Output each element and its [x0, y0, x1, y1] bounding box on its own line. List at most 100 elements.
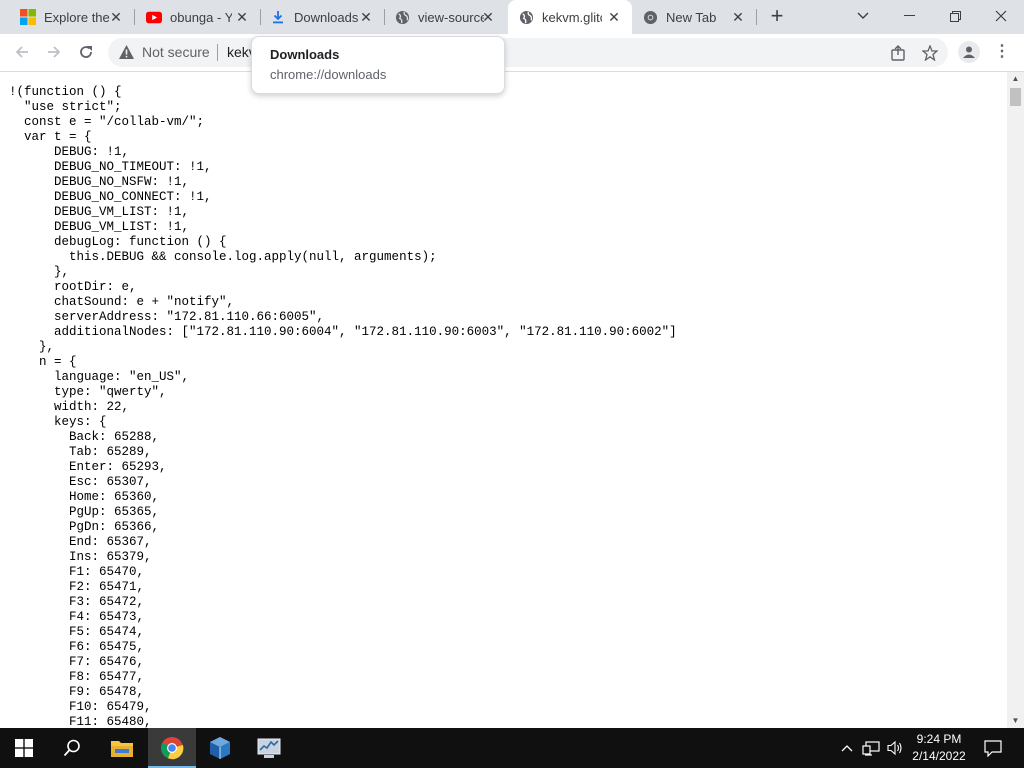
code-line: additionalNodes: ["172.81.110.90:6004", … [9, 325, 677, 339]
code-line: !(function () { [9, 85, 122, 99]
code-line: F6: 65475, [9, 640, 145, 654]
minimize-button[interactable] [886, 0, 932, 32]
code-line: DEBUG_NO_CONNECT: !1, [9, 190, 212, 204]
taskbar-virtualbox[interactable] [196, 728, 244, 768]
code-line: F11: 65480, [9, 715, 152, 728]
start-button[interactable] [0, 728, 48, 768]
back-button[interactable] [10, 40, 34, 64]
code-line: End: 65367, [9, 535, 152, 549]
hover-card-title: Downloads [270, 47, 340, 62]
code-line: DEBUG: !1, [9, 145, 130, 159]
code-line: }, [9, 265, 70, 279]
scrollbar-thumb[interactable] [1010, 88, 1021, 106]
search-button[interactable] [48, 728, 96, 768]
code-line: }, [9, 340, 55, 354]
scroll-down-arrow-icon[interactable]: ▼ [1007, 714, 1024, 728]
code-line: type: "qwerty", [9, 385, 167, 399]
windows-taskbar: 9:24 PM 2/14/2022 [0, 728, 1024, 768]
tab-downloads[interactable]: Downloads ✕ [260, 0, 384, 34]
network-status-button[interactable] [860, 728, 882, 768]
code-line: F3: 65472, [9, 595, 145, 609]
close-icon[interactable]: ✕ [358, 9, 374, 25]
scroll-up-arrow-icon[interactable]: ▲ [1007, 72, 1024, 86]
globe-icon [518, 9, 534, 25]
share-icon[interactable] [888, 43, 908, 63]
code-line: F2: 65471, [9, 580, 145, 594]
code-line: serverAddress: "172.81.110.66:6005", [9, 310, 325, 324]
code-line: this.DEBUG && console.log.apply(null, ar… [9, 250, 437, 264]
code-line: F8: 65477, [9, 670, 145, 684]
code-line: n = { [9, 355, 77, 369]
close-icon[interactable]: ✕ [606, 9, 622, 25]
vertical-scrollbar[interactable]: ▲ ▼ [1007, 72, 1024, 728]
tab-youtube[interactable]: obunga - Y ✕ [134, 0, 260, 34]
close-icon[interactable]: ✕ [108, 9, 124, 25]
tab-search-button[interactable] [840, 0, 886, 32]
tab-new-tab[interactable]: New Tab ✕ [632, 0, 756, 34]
hover-card-url: chrome://downloads [270, 67, 387, 82]
code-line: const e = "/collab-vm/"; [9, 115, 205, 129]
code-line: rootDir: e, [9, 280, 137, 294]
tab-hover-card: Downloads chrome://downloads [251, 36, 505, 94]
restore-button[interactable] [932, 0, 978, 32]
tab-explore[interactable]: Explore the ✕ [0, 0, 134, 34]
code-line: DEBUG_NO_TIMEOUT: !1, [9, 160, 212, 174]
tab-view-source[interactable]: view-source ✕ [384, 0, 506, 34]
code-line: language: "en_US", [9, 370, 190, 384]
taskbar-file-explorer[interactable] [98, 728, 146, 768]
security-status[interactable]: Not secure [142, 44, 210, 60]
warning-icon[interactable] [118, 44, 135, 65]
code-line: DEBUG_NO_NSFW: !1, [9, 175, 190, 189]
taskbar-chrome[interactable] [148, 728, 196, 768]
code-line: Enter: 65293, [9, 460, 167, 474]
chevron-up-icon [841, 745, 853, 752]
more-menu-icon[interactable]: ⋮ [992, 42, 1012, 62]
bookmark-star-icon[interactable] [920, 43, 940, 63]
profile-avatar-icon[interactable] [958, 41, 980, 63]
reload-button[interactable] [74, 40, 98, 64]
code-line: var t = { [9, 130, 92, 144]
code-line: F5: 65474, [9, 625, 145, 639]
code-line: DEBUG_VM_LIST: !1, [9, 205, 190, 219]
code-line: "use strict"; [9, 100, 122, 114]
code-line: width: 22, [9, 400, 130, 414]
tab-strip: Explore the ✕ obunga - Y ✕ Downloads ✕ v… [0, 0, 1024, 34]
address-bar[interactable]: Not secure kekv [108, 38, 948, 67]
file-explorer-icon [111, 741, 133, 757]
code-line: F10: 65479, [9, 700, 152, 714]
code-line: DEBUG_VM_LIST: !1, [9, 220, 190, 234]
network-icon [862, 741, 880, 756]
virtualbox-icon [210, 737, 230, 759]
code-line: keys: { [9, 415, 107, 429]
code-line: F4: 65473, [9, 610, 145, 624]
globe-icon [394, 9, 410, 25]
code-line: Tab: 65289, [9, 445, 152, 459]
taskbar-system-monitor[interactable] [245, 728, 293, 768]
microsoft-icon [20, 9, 36, 25]
close-icon[interactable]: ✕ [730, 9, 746, 25]
close-icon[interactable]: ✕ [234, 9, 250, 25]
forward-button[interactable] [42, 40, 66, 64]
code-line: PgUp: 65365, [9, 505, 160, 519]
code-line: F1: 65470, [9, 565, 145, 579]
youtube-icon [146, 9, 162, 25]
code-line: Back: 65288, [9, 430, 160, 444]
omnibox-divider [217, 44, 218, 61]
tab-kekvm[interactable]: kekvm.glitc ✕ [508, 0, 632, 34]
tab-divider [756, 9, 757, 25]
source-code: !(function () { "use strict"; const e = … [9, 85, 677, 728]
notification-icon [984, 739, 1002, 757]
close-window-button[interactable] [978, 0, 1024, 32]
show-hidden-icons-button[interactable] [838, 728, 856, 768]
tab-title: kekvm.glitc [542, 9, 602, 25]
windows-logo-icon [15, 739, 33, 757]
tab-title: New Tab [666, 9, 717, 25]
action-center-button[interactable] [978, 728, 1008, 768]
taskbar-clock[interactable]: 9:24 PM 2/14/2022 [908, 731, 970, 765]
close-icon[interactable]: ✕ [480, 9, 496, 25]
volume-button[interactable] [884, 728, 906, 768]
page-content: !(function () { "use strict"; const e = … [0, 72, 1007, 728]
code-line: F7: 65476, [9, 655, 145, 669]
code-line: debugLog: function () { [9, 235, 227, 249]
new-tab-button[interactable]: + [766, 5, 788, 28]
